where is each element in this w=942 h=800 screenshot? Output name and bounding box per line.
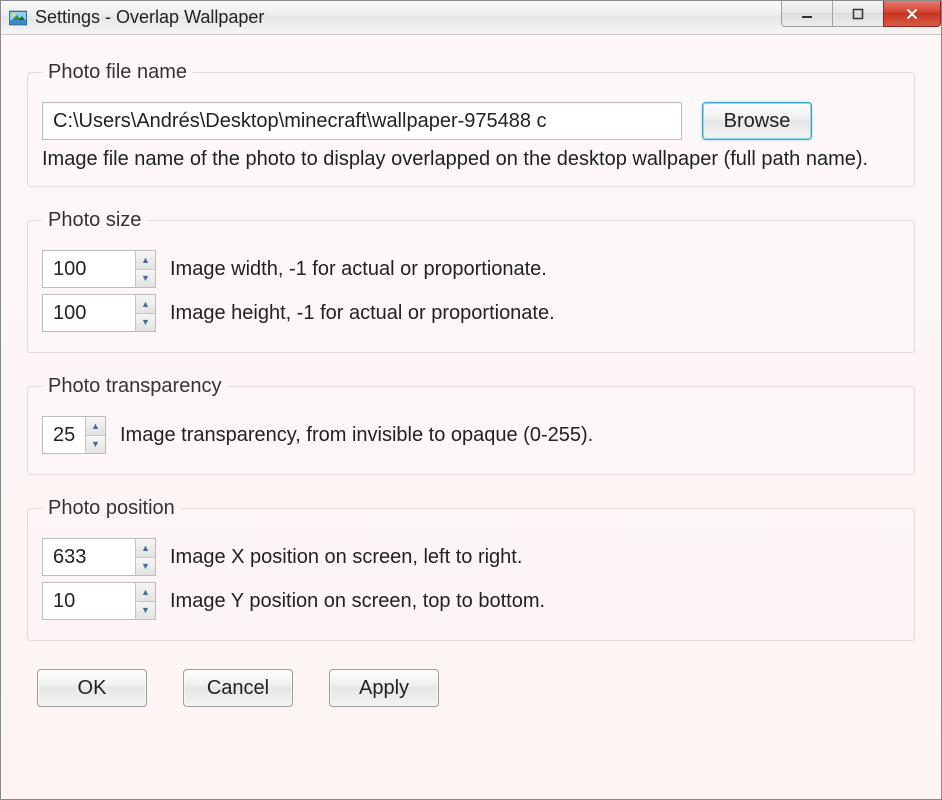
width-desc: Image width, -1 for actual or proportion… xyxy=(170,258,547,281)
group-photo-size: Photo size ▲ ▼ Image width, -1 for actua… xyxy=(27,209,915,353)
browse-button[interactable]: Browse xyxy=(702,102,812,140)
height-spin-down[interactable]: ▼ xyxy=(136,314,155,332)
width-input[interactable] xyxy=(43,251,135,287)
width-spin-down[interactable]: ▼ xyxy=(136,270,155,288)
x-desc: Image X position on screen, left to righ… xyxy=(170,546,522,569)
y-spin-down[interactable]: ▼ xyxy=(136,602,155,620)
transparency-spinner[interactable]: ▲ ▼ xyxy=(42,416,106,454)
x-spin-down[interactable]: ▼ xyxy=(136,558,155,576)
group-photo-transparency: Photo transparency ▲ ▼ Image transparenc… xyxy=(27,375,915,475)
height-spin-up[interactable]: ▲ xyxy=(136,295,155,314)
maximize-button[interactable] xyxy=(832,1,884,27)
group-legend-size: Photo size xyxy=(42,209,147,232)
transparency-input[interactable] xyxy=(43,417,85,453)
group-photo-position: Photo position ▲ ▼ Image X position on s… xyxy=(27,497,915,641)
x-spinner[interactable]: ▲ ▼ xyxy=(42,538,156,576)
width-spinner[interactable]: ▲ ▼ xyxy=(42,250,156,288)
y-spin-up[interactable]: ▲ xyxy=(136,583,155,602)
window-title: Settings - Overlap Wallpaper xyxy=(35,7,264,28)
apply-button[interactable]: Apply xyxy=(329,669,439,707)
close-button[interactable] xyxy=(883,1,941,27)
app-icon xyxy=(9,9,27,27)
titlebar[interactable]: Settings - Overlap Wallpaper xyxy=(1,1,941,35)
window-controls xyxy=(782,1,941,29)
height-input[interactable] xyxy=(43,295,135,331)
cancel-button[interactable]: Cancel xyxy=(183,669,293,707)
group-legend-position: Photo position xyxy=(42,497,181,520)
x-input[interactable] xyxy=(43,539,135,575)
ok-button[interactable]: OK xyxy=(37,669,147,707)
height-spinner[interactable]: ▲ ▼ xyxy=(42,294,156,332)
y-spinner[interactable]: ▲ ▼ xyxy=(42,582,156,620)
client-area: Photo file name Browse Image file name o… xyxy=(1,35,941,799)
photo-path-input[interactable] xyxy=(42,102,682,140)
group-legend-transparency: Photo transparency xyxy=(42,375,227,398)
transparency-spin-down[interactable]: ▼ xyxy=(86,436,105,454)
height-desc: Image height, -1 for actual or proportio… xyxy=(170,302,555,325)
transparency-spin-up[interactable]: ▲ xyxy=(86,417,105,436)
group-photo-file: Photo file name Browse Image file name o… xyxy=(27,61,915,187)
width-spin-up[interactable]: ▲ xyxy=(136,251,155,270)
transparency-desc: Image transparency, from invisible to op… xyxy=(120,424,593,447)
minimize-button[interactable] xyxy=(781,1,833,27)
settings-window: Settings - Overlap Wallpaper Photo file … xyxy=(0,0,942,800)
y-desc: Image Y position on screen, top to botto… xyxy=(170,590,545,613)
x-spin-up[interactable]: ▲ xyxy=(136,539,155,558)
file-helper-text: Image file name of the photo to display … xyxy=(42,146,900,172)
y-input[interactable] xyxy=(43,583,135,619)
button-bar: OK Cancel Apply xyxy=(27,669,915,707)
group-legend-file: Photo file name xyxy=(42,61,193,84)
